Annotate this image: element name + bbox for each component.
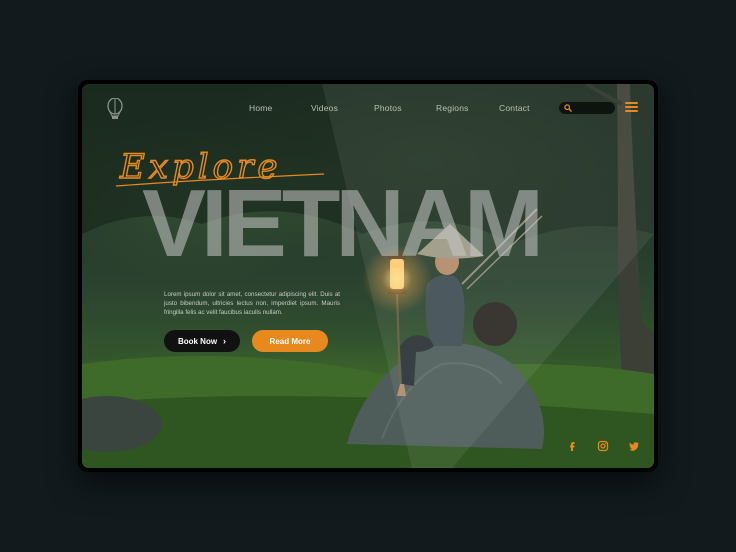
hero-screen: Home Videos Photos Regions Contact Explo… — [82, 84, 654, 468]
nav-videos[interactable]: Videos — [311, 103, 338, 113]
hot-air-balloon-logo-icon[interactable] — [106, 98, 124, 120]
book-now-label: Book Now — [177, 336, 218, 346]
instagram-icon[interactable] — [597, 440, 609, 452]
book-now-button[interactable]: Book Now › — [164, 330, 240, 352]
search-icon — [564, 104, 572, 112]
nav-contact[interactable]: Contact — [499, 103, 530, 113]
nav-photos[interactable]: Photos — [374, 103, 402, 113]
read-more-label: Read More — [269, 336, 311, 346]
device-frame: Home Videos Photos Regions Contact Explo… — [78, 80, 658, 472]
chevron-right-icon: › — [223, 336, 227, 346]
nav-home[interactable]: Home — [249, 103, 272, 113]
hamburger-menu-icon[interactable] — [625, 102, 638, 112]
hero-title: VIETNAM — [142, 170, 544, 277]
read-more-button[interactable]: Read More — [252, 330, 328, 352]
nav-regions[interactable]: Regions — [436, 103, 469, 113]
top-nav: Home Videos Photos Regions Contact — [82, 98, 654, 122]
twitter-icon[interactable] — [628, 440, 640, 452]
facebook-icon[interactable] — [566, 440, 578, 452]
hero-description: Lorem ipsum dolor sit amet, consectetur … — [164, 291, 340, 316]
search-input[interactable] — [559, 102, 615, 114]
